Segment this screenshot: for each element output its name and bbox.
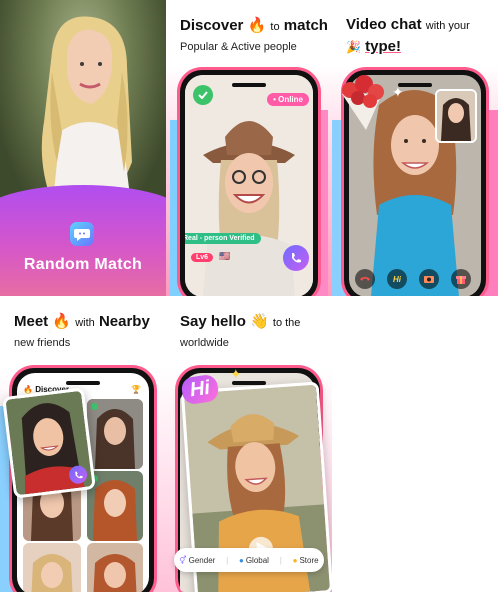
phone-frame: • Online Real - person Verified Lv6 🇺🇸 [180,70,318,296]
verified-check-icon [193,85,213,105]
say-hello-heading: Say hello 👋 to the [180,312,300,330]
gender-icon: ⚥ [179,555,187,565]
nearby-heading: Meet 🔥 with Nearby [14,312,150,330]
heading-word: type! [365,38,401,55]
nav-global[interactable]: ● Global [239,556,269,565]
heading-small: to [270,21,280,33]
heading-small: with [75,317,95,329]
fire-icon: 🔥 [52,313,72,330]
gift-icon[interactable] [451,269,471,289]
profile-photo [87,543,143,592]
phone-notch [232,83,266,87]
nearby-subtitle: new friends [14,337,71,349]
nav-divider: | [226,555,229,565]
verified-badge: Real - person Verified [185,233,261,244]
video-chat-heading-line2: 🎉 type! [346,38,401,55]
heading-small: with your [425,20,470,32]
blonde-woman-photo [41,16,132,212]
featured-profile-card[interactable] [2,387,96,499]
nav-label: Global [245,555,269,565]
coin-icon: ● [292,555,298,565]
heading-word: Discover [180,17,244,34]
camera-flip-icon[interactable] [419,269,439,289]
heading-word: Nearby [98,313,150,330]
random-match-title: Random Match [23,256,143,273]
phone-notch [66,381,100,385]
online-dot-icon [91,403,98,410]
say-hello-subtitle: worldwide [180,337,229,349]
level-badge: Lv6 [191,253,214,262]
nav-label: Gender [188,555,216,565]
waving-hand-icon: 👋 [250,313,269,330]
profile-photo [23,543,81,592]
self-view-photo [437,91,475,141]
discover-panel: Discover 🔥 to match Popular & Active peo… [166,0,332,296]
phone-screen: • Online Real - person Verified Lv6 🇺🇸 [185,75,313,296]
profile-tile[interactable] [23,543,81,592]
heading-small: to the [272,317,301,329]
nearby-panel: Meet 🔥 with Nearby new friends 🔥 Discove… [0,296,166,592]
phone-notch [232,381,266,385]
video-chat-panel: Video chat with your 🎉 type! Hi ✦ [332,0,498,296]
trophy-icon[interactable]: 🏆 [131,385,141,394]
bottom-nav: ⚥ Gender | ● Global | ● Store [174,548,324,572]
discover-heading: Discover 🔥 to match [180,16,328,34]
phone-icon [292,253,301,263]
say-hello-panel: Say hello 👋 to the worldwide Hi ✦ ⚥ Gend… [166,296,332,592]
decor-stripe [484,110,498,296]
profile-tile[interactable] [87,543,143,592]
self-view-thumbnail[interactable] [435,89,477,143]
rose-bouquet-icon [342,75,384,130]
fire-icon: 🔥 [23,385,33,394]
chat-bubble-icon [70,222,94,246]
flag-icon: 🇺🇸 [219,251,231,261]
heading-word: Video chat [346,16,422,33]
phone-icon [74,471,83,478]
phone-notch [398,83,432,87]
random-match-panel: Random Match [0,0,166,296]
nav-gender[interactable]: ⚥ Gender [179,556,215,565]
video-call-button[interactable] [283,245,309,271]
nav-divider: | [279,555,282,565]
video-chat-heading: Video chat with your [346,16,470,33]
phone-hangup-icon[interactable] [355,269,375,289]
heading-word: match [283,17,328,34]
online-badge: • Online [267,93,309,106]
hi-icon[interactable]: Hi [387,269,407,289]
discover-subtitle: Popular & Active people [180,41,297,53]
party-popper-icon: 🎉 [346,40,361,54]
globe-icon: ● [238,555,244,565]
heading-word: Meet [14,313,49,330]
heading-word: Say hello [180,313,246,330]
fire-icon: 🔥 [247,17,267,34]
nav-store[interactable]: ● Store [293,556,319,565]
nav-label: Store [299,555,319,565]
